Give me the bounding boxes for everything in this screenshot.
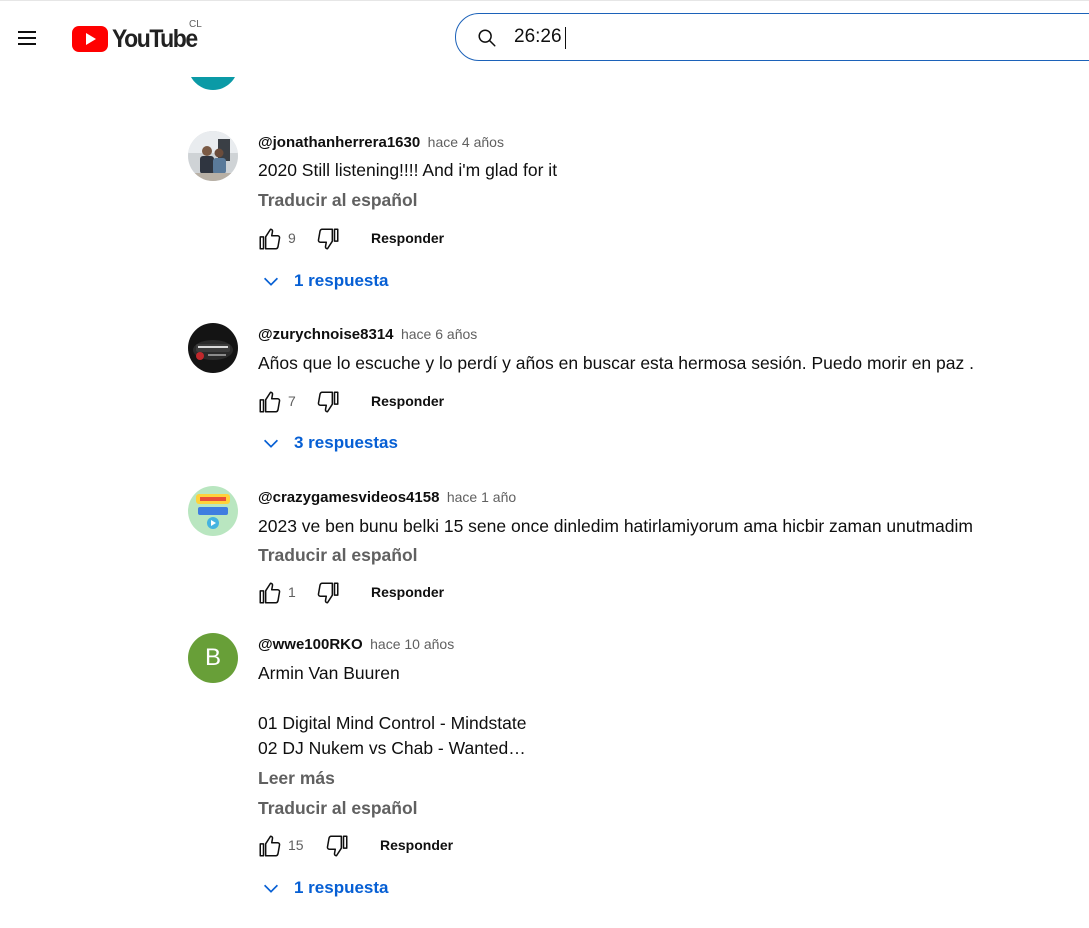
- comment-text: 01 Digital Mind Control - Mindstate: [258, 713, 527, 733]
- chevron-down-icon: [263, 884, 279, 893]
- youtube-play-icon: [72, 26, 108, 52]
- comment-meta: @wwe100RKO hace 10 años: [258, 636, 454, 654]
- comment-author[interactable]: @zurychnoise8314: [258, 326, 394, 343]
- reply-button[interactable]: Responder: [371, 584, 444, 600]
- avatar[interactable]: [188, 486, 238, 536]
- comment-time[interactable]: hace 10 años: [370, 636, 454, 652]
- dislike-icon[interactable]: [314, 579, 342, 607]
- comment-author[interactable]: @wwe100RKO: [258, 636, 363, 653]
- country-code: CL: [189, 19, 202, 30]
- youtube-page: YouTube CL @: [0, 0, 1089, 928]
- translate-link[interactable]: Traducir al español: [258, 798, 418, 819]
- comment-author[interactable]: @jonathanherrera1630: [258, 134, 420, 151]
- comment-text: Años que lo escuche y lo perdí y años en…: [258, 353, 974, 373]
- comment-meta: @jonathanherrera1630 hace 4 años: [258, 134, 504, 152]
- menu-icon[interactable]: [12, 23, 42, 53]
- like-icon[interactable]: [256, 388, 284, 416]
- replies-count[interactable]: 3 respuestas: [294, 433, 398, 453]
- reply-button[interactable]: Responder: [371, 230, 444, 246]
- dislike-icon[interactable]: [323, 832, 351, 860]
- search-input[interactable]: [514, 22, 1074, 52]
- like-icon[interactable]: [256, 225, 284, 253]
- dislike-icon[interactable]: [314, 225, 342, 253]
- comment-text: 2020 Still listening!!!! And i'm glad fo…: [258, 160, 558, 180]
- like-count: 1: [288, 584, 296, 600]
- reply-button[interactable]: Responder: [380, 837, 453, 853]
- comment-text: 02 DJ Nukem vs Chab - Wanted…: [258, 738, 526, 758]
- like-count: 9: [288, 230, 296, 246]
- search-box[interactable]: [455, 13, 1089, 61]
- comment-item: B @wwe100RKO hace 10 años Armin Van Buur…: [188, 633, 1068, 908]
- comment-text: 2023 ve ben bunu belki 15 sene once dinl…: [258, 516, 973, 536]
- comment-meta: @zurychnoise8314 hace 6 años: [258, 326, 477, 344]
- comment-meta: @crazygamesvideos4158 hace 1 año: [258, 489, 516, 507]
- reply-button[interactable]: Responder: [371, 393, 444, 409]
- comment-time[interactable]: hace 6 años: [401, 326, 477, 342]
- text-cursor: [565, 27, 566, 49]
- like-icon[interactable]: [256, 579, 284, 607]
- avatar[interactable]: B: [188, 633, 238, 683]
- replies-count[interactable]: 1 respuesta: [294, 878, 389, 898]
- like-count: 15: [288, 837, 304, 853]
- comment-time[interactable]: hace 1 año: [447, 489, 516, 505]
- search-icon[interactable]: [476, 27, 498, 49]
- avatar-letter: B: [204, 644, 221, 671]
- comment-item: @jonathanherrera1630 hace 4 años 2020 St…: [188, 131, 1068, 301]
- logo-text: YouTube: [112, 24, 198, 53]
- translate-link[interactable]: Traducir al español: [258, 190, 418, 211]
- avatar[interactable]: [188, 323, 238, 373]
- view-replies-button[interactable]: 1 respuesta: [260, 269, 389, 293]
- comment-text: Armin Van Buuren: [258, 663, 400, 683]
- comment-author[interactable]: @crazygamesvideos4158: [258, 489, 439, 506]
- youtube-logo[interactable]: YouTube: [72, 25, 204, 53]
- view-replies-button[interactable]: 3 respuestas: [260, 431, 398, 455]
- comment-item: @crazygamesvideos4158 hace 1 año 2023 ve…: [188, 486, 1068, 611]
- dislike-icon[interactable]: [314, 388, 342, 416]
- chevron-down-icon: [263, 439, 279, 448]
- chevron-down-icon: [263, 277, 279, 286]
- like-icon[interactable]: [256, 832, 284, 860]
- translate-link[interactable]: Traducir al español: [258, 545, 418, 566]
- comment-time[interactable]: hace 4 años: [428, 134, 504, 150]
- avatar[interactable]: [188, 131, 238, 181]
- comment-item: @zurychnoise8314 hace 6 años Años que lo…: [188, 323, 1068, 463]
- read-more-link[interactable]: Leer más: [258, 768, 335, 789]
- replies-count[interactable]: 1 respuesta: [294, 271, 389, 291]
- view-replies-button[interactable]: 1 respuesta: [260, 876, 389, 900]
- top-bar: YouTube CL: [0, 0, 1089, 77]
- like-count: 7: [288, 393, 296, 409]
